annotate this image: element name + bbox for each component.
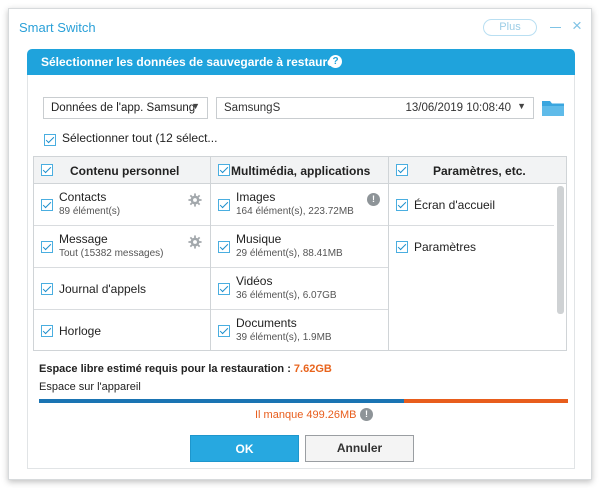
list-item-contacts[interactable]: Contacts 89 élément(s) — [34, 184, 210, 226]
info-icon[interactable]: ! — [367, 193, 380, 206]
item-title: Vidéos — [236, 274, 273, 288]
item-checkbox[interactable] — [41, 241, 53, 253]
device-space-fill — [39, 399, 404, 403]
column-header-settings[interactable]: Paramètres, etc. — [389, 157, 566, 184]
item-details: 164 élément(s), 223.72MB — [236, 206, 354, 217]
column-multimedia: Images 164 élément(s), 223.72MB ! Musiqu… — [211, 184, 388, 350]
select-all-row[interactable]: Sélectionner tout (12 sélect... — [44, 131, 217, 146]
list-item-clock[interactable]: Horloge — [34, 310, 210, 352]
ok-button[interactable]: OK — [190, 435, 299, 462]
minimize-button[interactable] — [549, 19, 563, 35]
item-checkbox[interactable] — [41, 325, 53, 337]
column-header-personal[interactable]: Contenu personnel — [34, 157, 210, 184]
backup-name: SamsungS — [224, 102, 281, 114]
item-title: Horloge — [59, 324, 102, 338]
required-space-value: 7.62GB — [293, 363, 332, 375]
column-checkbox-personal[interactable] — [41, 164, 53, 176]
item-title: Musique — [236, 232, 282, 246]
app-data-select[interactable]: Données de l'app. Samsung ▼ — [43, 97, 208, 119]
help-icon[interactable]: ? — [329, 55, 342, 68]
item-checkbox[interactable] — [218, 199, 230, 211]
backup-select[interactable]: SamsungS 13/06/2019 10:08:40 ▼ — [216, 97, 534, 119]
app-title: Smart Switch — [19, 20, 96, 35]
column-header-multimedia[interactable]: Multimédia, applications — [211, 157, 388, 184]
column-checkbox-multimedia[interactable] — [218, 164, 230, 176]
item-checkbox[interactable] — [396, 241, 408, 253]
column-header-label: Multimédia, applications — [231, 164, 371, 178]
item-details: Tout (15382 messages) — [59, 248, 164, 259]
column-checkbox-settings[interactable] — [396, 164, 408, 176]
title-bar: Smart Switch Plus × — [9, 9, 591, 47]
item-title: Contacts — [59, 190, 107, 204]
restore-dialog: Sélectionner les données de sauvegarde à… — [27, 49, 575, 469]
cancel-button[interactable]: Annuler — [305, 435, 414, 462]
list-item-messages[interactable]: Message Tout (15382 messages) — [34, 226, 210, 268]
item-details: 89 élément(s) — [59, 206, 121, 217]
chevron-down-icon: ▼ — [517, 101, 526, 111]
chevron-down-icon: ▼ — [191, 101, 200, 111]
device-space-label: Espace sur l'appareil — [39, 381, 141, 393]
list-item-videos[interactable]: Vidéos 36 élément(s), 6.07GB — [211, 268, 388, 310]
list-item-home-screen[interactable]: Écran d'accueil — [389, 184, 554, 226]
list-item-images[interactable]: Images 164 élément(s), 223.72MB ! — [211, 184, 388, 226]
device-space-bar — [39, 399, 568, 403]
select-all-checkbox[interactable] — [44, 133, 56, 146]
item-title: Journal d'appels — [59, 282, 147, 296]
dialog-title: Sélectionner les données de sauvegarde à… — [41, 55, 339, 69]
data-category-grid: Contenu personnel Multimédia, applicatio… — [33, 156, 567, 351]
item-title: Écran d'accueil — [414, 198, 495, 212]
item-title: Documents — [236, 316, 297, 330]
backup-date: 13/06/2019 10:08:40 — [405, 102, 511, 114]
list-item-documents[interactable]: Documents 39 élément(s), 1.9MB — [211, 310, 388, 352]
scrollbar-thumb[interactable] — [557, 186, 564, 314]
list-item-call-log[interactable]: Journal d'appels — [34, 268, 210, 310]
smart-switch-window: Smart Switch Plus × Sélectionner les don… — [8, 8, 592, 480]
item-checkbox[interactable] — [218, 241, 230, 253]
dialog-header: Sélectionner les données de sauvegarde à… — [27, 49, 575, 75]
item-details: 39 élément(s), 1.9MB — [236, 332, 332, 343]
close-button[interactable]: × — [569, 17, 585, 35]
column-settings: Écran d'accueil Paramètres — [389, 184, 554, 350]
gear-icon[interactable] — [188, 235, 202, 249]
dialog-body: Données de l'app. Samsung ▼ SamsungS 13/… — [27, 75, 575, 469]
item-checkbox[interactable] — [41, 199, 53, 211]
item-title: Images — [236, 190, 276, 204]
item-checkbox[interactable] — [396, 199, 408, 211]
gear-icon[interactable] — [188, 193, 202, 207]
info-icon[interactable]: ! — [360, 408, 373, 421]
folder-icon[interactable] — [541, 99, 565, 117]
item-checkbox[interactable] — [218, 283, 230, 295]
column-header-label: Paramètres, etc. — [433, 164, 526, 178]
item-details: 36 élément(s), 6.07GB — [236, 290, 337, 301]
column-header-label: Contenu personnel — [70, 164, 180, 178]
item-title: Message — [59, 232, 108, 246]
item-title: Paramètres — [414, 240, 477, 254]
app-data-select-value: Données de l'app. Samsung — [51, 102, 196, 114]
list-item-settings[interactable]: Paramètres — [389, 226, 554, 268]
list-item-music[interactable]: Musique 29 élément(s), 88.41MB — [211, 226, 388, 268]
select-all-label: Sélectionner tout (12 sélect... — [62, 131, 218, 145]
missing-space-text: Il manque 499.26MB — [255, 409, 357, 421]
column-personal: Contacts 89 élément(s) Message Tout (153… — [34, 184, 210, 350]
item-checkbox[interactable] — [41, 283, 53, 295]
plus-button[interactable]: Plus — [483, 19, 537, 36]
required-space-line: Espace libre estimé requis pour la resta… — [39, 363, 332, 375]
missing-space-line: Il manque 499.26MB ! — [28, 408, 576, 424]
item-checkbox[interactable] — [218, 325, 230, 337]
scrollbar[interactable] — [554, 184, 566, 349]
item-details: 29 élément(s), 88.41MB — [236, 248, 343, 259]
required-space-label: Espace libre estimé requis pour la resta… — [39, 363, 294, 375]
